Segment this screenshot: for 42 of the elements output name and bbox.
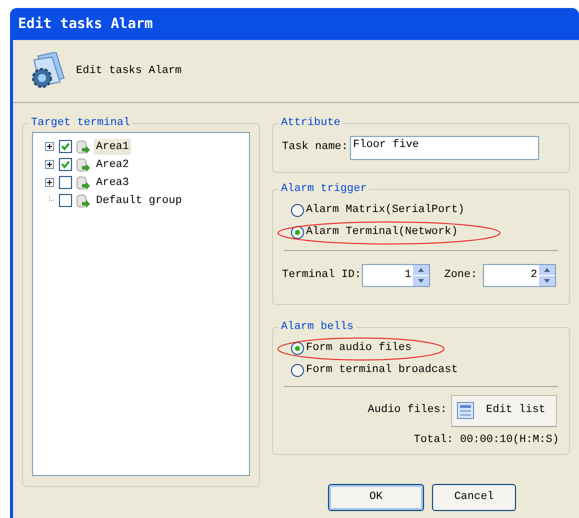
radio-button[interactable] — [291, 226, 304, 239]
radio-button[interactable] — [291, 342, 304, 355]
tree-item[interactable]: Area1 — [94, 138, 132, 154]
checkbox[interactable] — [59, 140, 72, 153]
task-name-field[interactable]: Floor five — [350, 136, 540, 160]
field-label: Audio files: — [368, 403, 447, 418]
folder-gear-icon — [30, 52, 66, 90]
tree-item[interactable]: Area2 — [94, 156, 132, 172]
radio-label[interactable]: Form terminal broadcast — [306, 362, 458, 379]
header-title: Edit tasks Alarm — [76, 64, 182, 79]
checkbox[interactable] — [59, 176, 72, 189]
group-title: Attribute — [280, 116, 342, 131]
cylinder-arrow-icon — [76, 174, 91, 190]
field-label: Zone: — [444, 268, 478, 283]
cylinder-arrow-icon — [76, 156, 91, 172]
group-title: Alarm bells — [280, 320, 355, 335]
radio-button[interactable] — [291, 204, 304, 217]
total-duration: Total: 00:00:10(H:M:S) — [414, 432, 559, 448]
list-window-icon — [457, 402, 474, 419]
tree-item[interactable]: Default group — [94, 192, 184, 208]
group-title: Target terminal — [30, 116, 132, 131]
cylinder-arrow-icon — [76, 192, 91, 208]
field-label: Terminal ID: — [282, 268, 362, 283]
edit-list-button[interactable]: Edit list — [451, 394, 557, 426]
group-title: Alarm trigger — [280, 182, 368, 197]
dialog-button[interactable]: OK — [328, 484, 424, 511]
checkbox[interactable] — [59, 194, 72, 207]
radio-button[interactable] — [291, 364, 304, 377]
expand-plus-icon[interactable] — [44, 142, 54, 151]
zone-spinner[interactable]: 2 — [483, 264, 556, 286]
terminal-id-spinner[interactable]: 1 — [362, 264, 430, 286]
spin-arrows-icon[interactable] — [539, 264, 556, 286]
spin-arrows-icon[interactable] — [413, 264, 430, 286]
tree-item[interactable]: Area3 — [94, 174, 132, 190]
radio-label[interactable]: Alarm Matrix(SerialPort) — [306, 202, 464, 219]
field-label: Task name: — [282, 140, 348, 156]
window-title: Edit tasks Alarm — [18, 14, 153, 34]
expand-plus-icon[interactable] — [44, 178, 54, 187]
checkbox[interactable] — [59, 158, 72, 171]
cylinder-arrow-icon — [76, 138, 91, 154]
dialog-button[interactable]: Cancel — [432, 484, 516, 511]
expand-plus-icon[interactable] — [44, 160, 54, 169]
